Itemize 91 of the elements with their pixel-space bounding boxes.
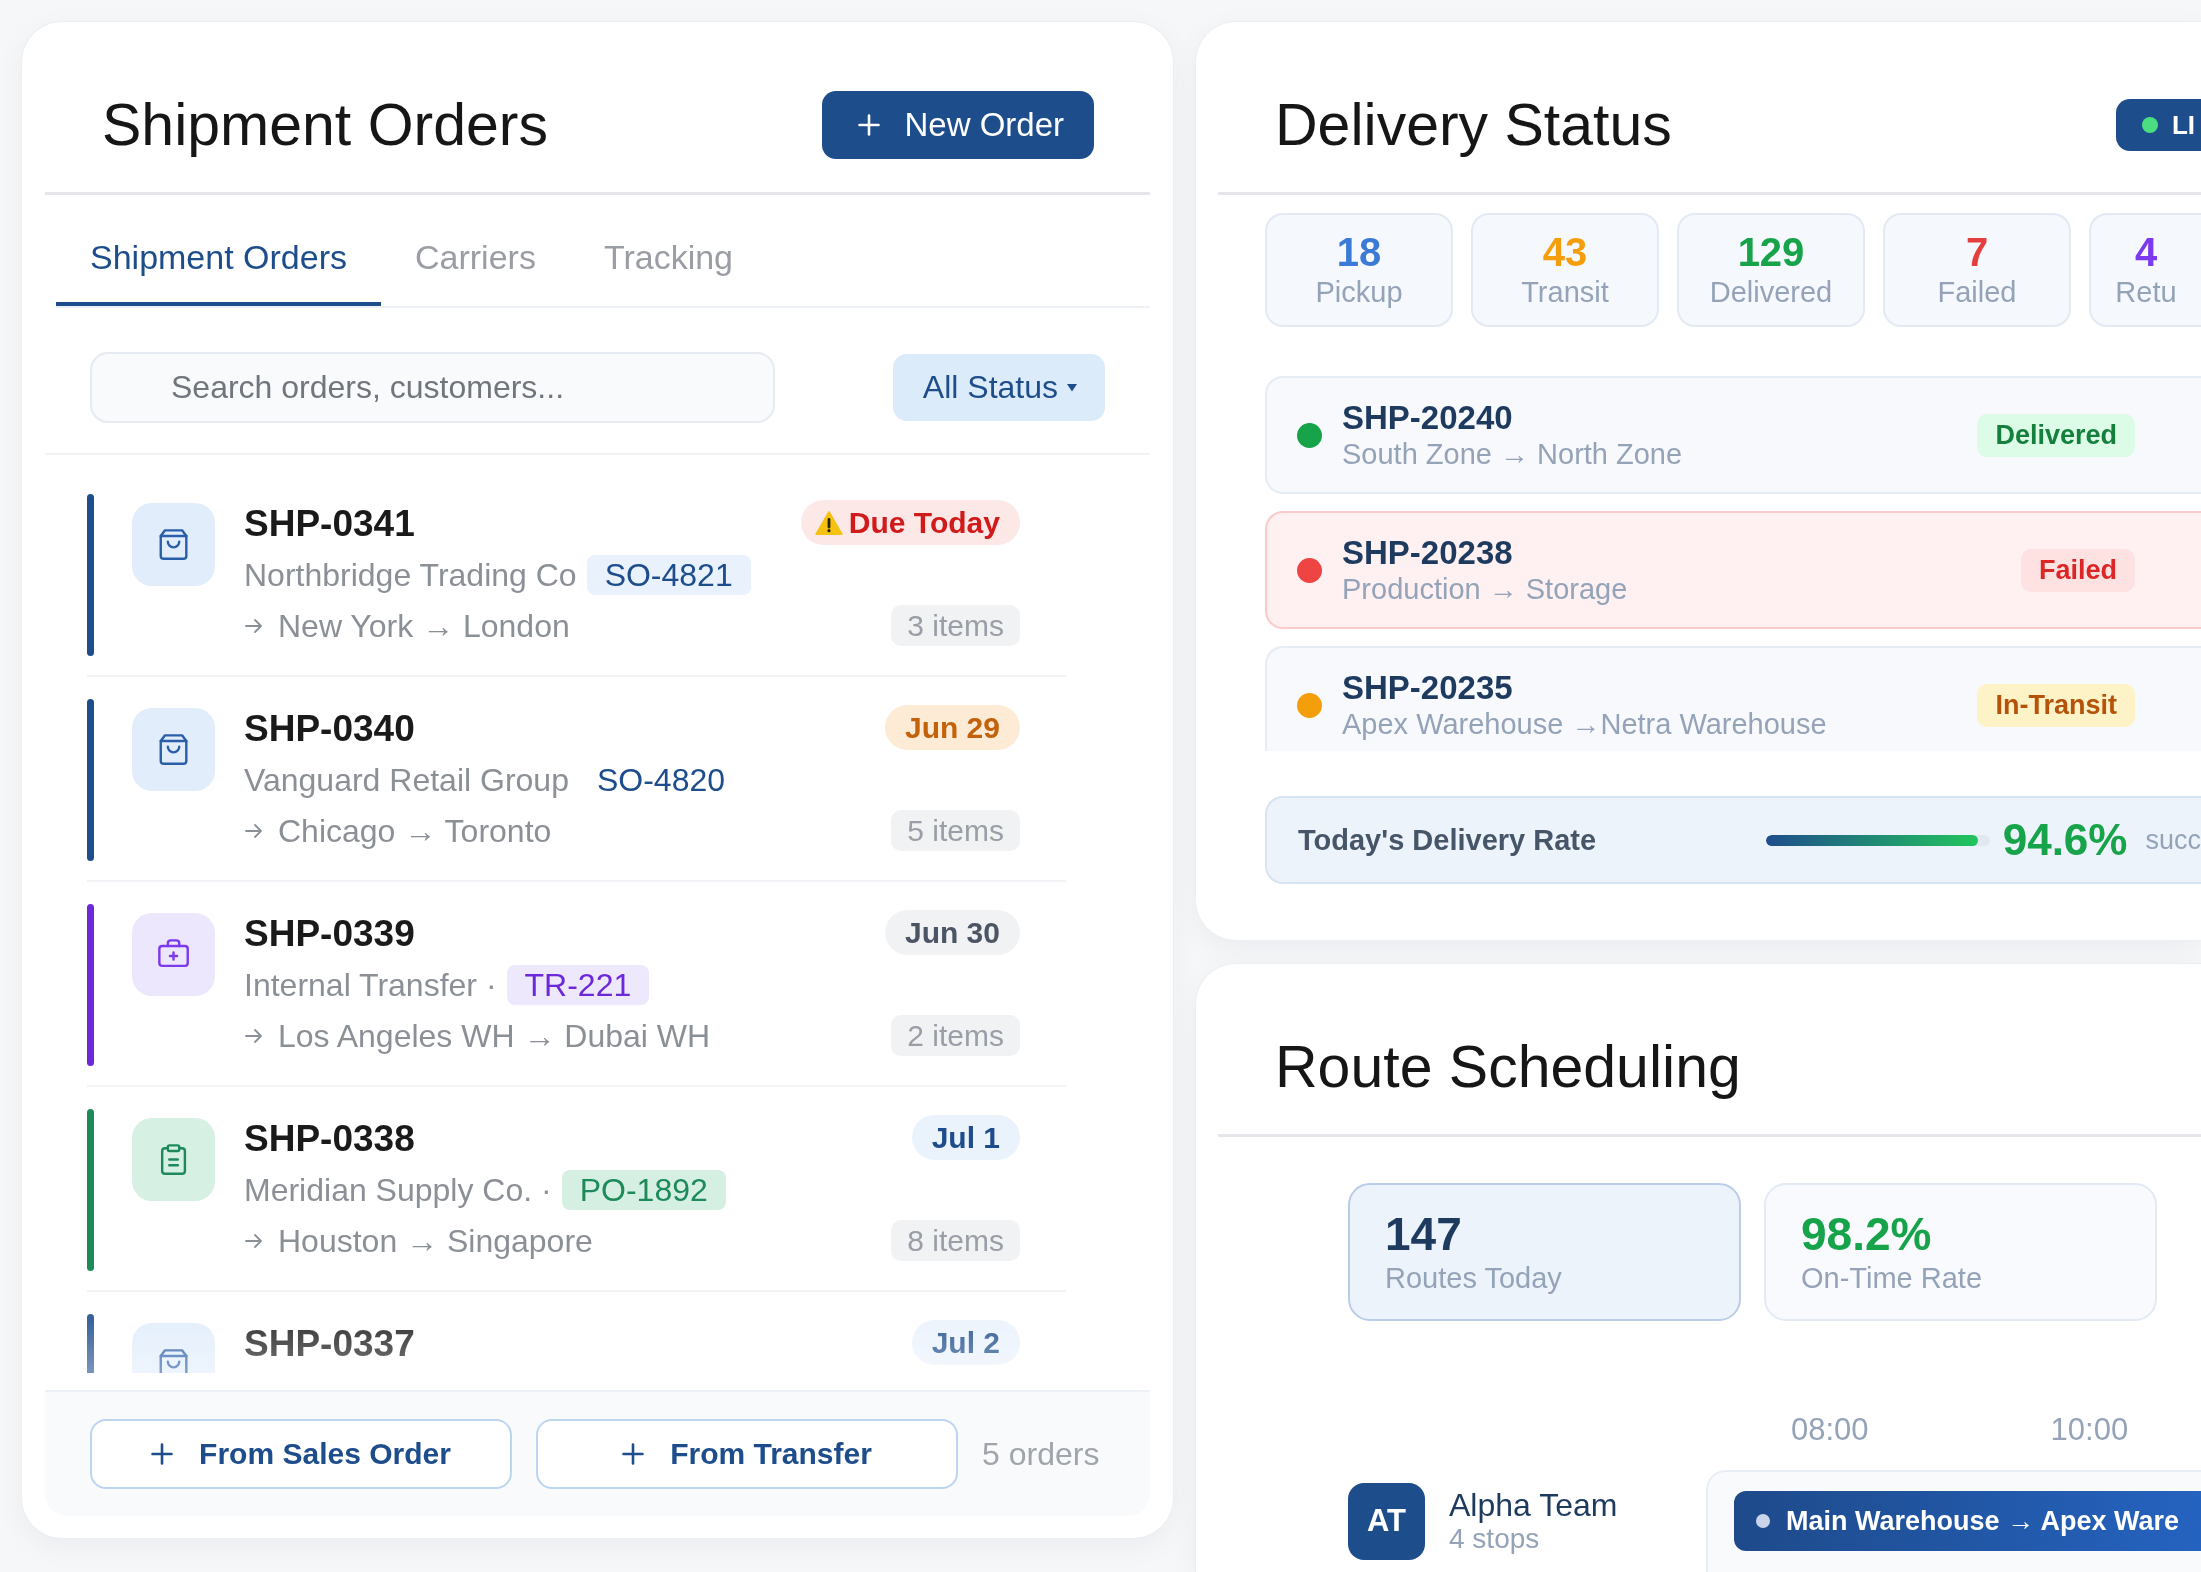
count-label: Delivered <box>1709 275 1833 310</box>
order-reference: SO-4821 <box>586 555 751 595</box>
metric-value: 98.2% <box>1801 1208 1933 1260</box>
status-dot-icon <box>1297 557 1322 583</box>
due-date: Jul 1 <box>911 1115 1020 1160</box>
shipment-id: SHP-20240 <box>1342 399 1514 437</box>
route-text: Houston → Singapore <box>278 1222 593 1260</box>
shopping-bag-icon <box>132 708 215 791</box>
status-dot-icon <box>1297 422 1322 448</box>
order-id: SHP-0337 <box>244 1322 416 1366</box>
due-date: Jul 2 <box>911 1320 1020 1365</box>
time-label: 10:00 <box>2050 1412 2129 1448</box>
item-count: 8 items <box>891 1220 1020 1261</box>
time-label: 08:00 <box>1791 1412 1869 1448</box>
route-text: Los Angeles WH → Dubai WH <box>278 1017 711 1055</box>
team-name: Alpha Team <box>1449 1487 1618 1523</box>
count-value: 129 <box>1737 230 1805 274</box>
order-id: SHP-0340 <box>244 707 416 751</box>
status-dot-icon <box>1297 692 1322 718</box>
live-dot-icon <box>2141 117 2158 133</box>
item-count: 2 items <box>891 1015 1020 1056</box>
delivery-row[interactable]: SHP-20235 Apex Warehouse →Netra Warehouse In-Transit <box>1265 646 2201 751</box>
arrow-right-icon <box>244 1027 264 1045</box>
clipboard-icon <box>132 1118 215 1201</box>
metric-label: Routes Today <box>1385 1261 1563 1296</box>
panel-title: Shipment Orders <box>102 91 548 159</box>
order-id: SHP-0338 <box>244 1117 416 1161</box>
route-dot-icon <box>1756 1514 1770 1528</box>
order-reference: PO-1892 <box>561 1170 726 1210</box>
delivery-status: Failed <box>2020 548 2135 592</box>
item-count: 3 items <box>891 605 1020 646</box>
order-id: SHP-0341 <box>244 502 416 546</box>
route-text: Production → Storage <box>1342 572 1629 606</box>
item-count: 5 items <box>891 810 1020 851</box>
count-label: Transit <box>1521 275 1609 310</box>
warning-icon <box>814 509 843 536</box>
rate-caption: succ <box>2145 824 2201 856</box>
caret-down-icon <box>1067 383 1077 392</box>
delivery-row[interactable]: SHP-20240 South Zone → North Zone Delivered <box>1265 376 2201 494</box>
shipment-id: SHP-20235 <box>1342 669 1514 707</box>
plus-icon <box>151 1443 174 1465</box>
route-text: South Zone → North Zone <box>1342 437 1684 471</box>
due-date: Jun 30 <box>884 910 1020 955</box>
shipment-id: SHP-20238 <box>1342 534 1514 572</box>
briefcase-plus-icon <box>132 913 215 996</box>
due-date: Jun 29 <box>884 705 1020 750</box>
route-block[interactable]: Main Warehouse → Apex Ware <box>1734 1491 2201 1551</box>
order-count: 5 orders <box>982 1435 1100 1473</box>
new-order-button[interactable]: New Order <box>822 91 1094 159</box>
count-label: Retu <box>2115 275 2177 310</box>
customer-name: Northbridge Trading Co <box>244 556 577 594</box>
route-text: Chicago → Toronto <box>278 812 552 850</box>
panel-title: Route Scheduling <box>1275 1033 1741 1101</box>
customer-name: Meridian Supply Co. · <box>244 1171 552 1209</box>
order-reference: SO-4820 <box>595 761 726 800</box>
search-field[interactable]: Search orders, customers... <box>90 352 775 423</box>
count-label: Pickup <box>1315 275 1403 310</box>
route-text: Apex Warehouse →Netra Warehouse <box>1342 707 1828 741</box>
plus-icon <box>858 114 881 136</box>
delivery-row[interactable]: SHP-20238 Production → Storage Failed <box>1265 511 2201 629</box>
team-avatar: AT <box>1348 1482 1425 1560</box>
count-value: 18 <box>1336 230 1382 274</box>
route-text: New York → London <box>278 607 570 645</box>
count-value: 7 <box>1965 230 1989 274</box>
shopping-bag-icon <box>132 503 215 586</box>
route-name: Main Warehouse → Apex Ware <box>1786 1505 2180 1537</box>
delivery-status: Delivered <box>1977 413 2135 457</box>
status-filter-dropdown[interactable]: All Status <box>892 354 1105 421</box>
customer-name: Vanguard Retail Group <box>244 761 569 799</box>
delivery-status: In-Transit <box>1977 683 2135 727</box>
arrow-right-icon <box>244 617 264 635</box>
metric-label: On-Time Rate <box>1801 1261 1984 1296</box>
rate-value: 94.6% <box>2002 815 2128 865</box>
customer-name: Internal Transfer · <box>244 966 497 1004</box>
arrow-right-icon <box>244 822 264 840</box>
panel-title: Delivery Status <box>1275 91 1672 159</box>
stop-count: 4 stops <box>1449 1523 1541 1555</box>
plus-icon <box>622 1443 645 1465</box>
arrow-right-icon <box>244 1232 264 1250</box>
count-value: 4 <box>2134 230 2158 274</box>
tab[interactable]: Shipment Orders <box>56 195 381 306</box>
count-value: 43 <box>1542 230 1588 274</box>
create-order-button[interactable]: From Sales Order <box>90 1419 512 1489</box>
due-date: Due Today <box>848 505 1000 540</box>
create-order-button[interactable]: From Transfer <box>536 1419 958 1489</box>
order-reference: TR-221 <box>506 965 650 1005</box>
rate-label: Today's Delivery Rate <box>1298 823 1597 857</box>
count-label: Failed <box>1937 275 2017 310</box>
order-id: SHP-0339 <box>244 912 416 956</box>
metric-value: 147 <box>1385 1208 1463 1260</box>
live-label: LI <box>2171 109 2195 141</box>
